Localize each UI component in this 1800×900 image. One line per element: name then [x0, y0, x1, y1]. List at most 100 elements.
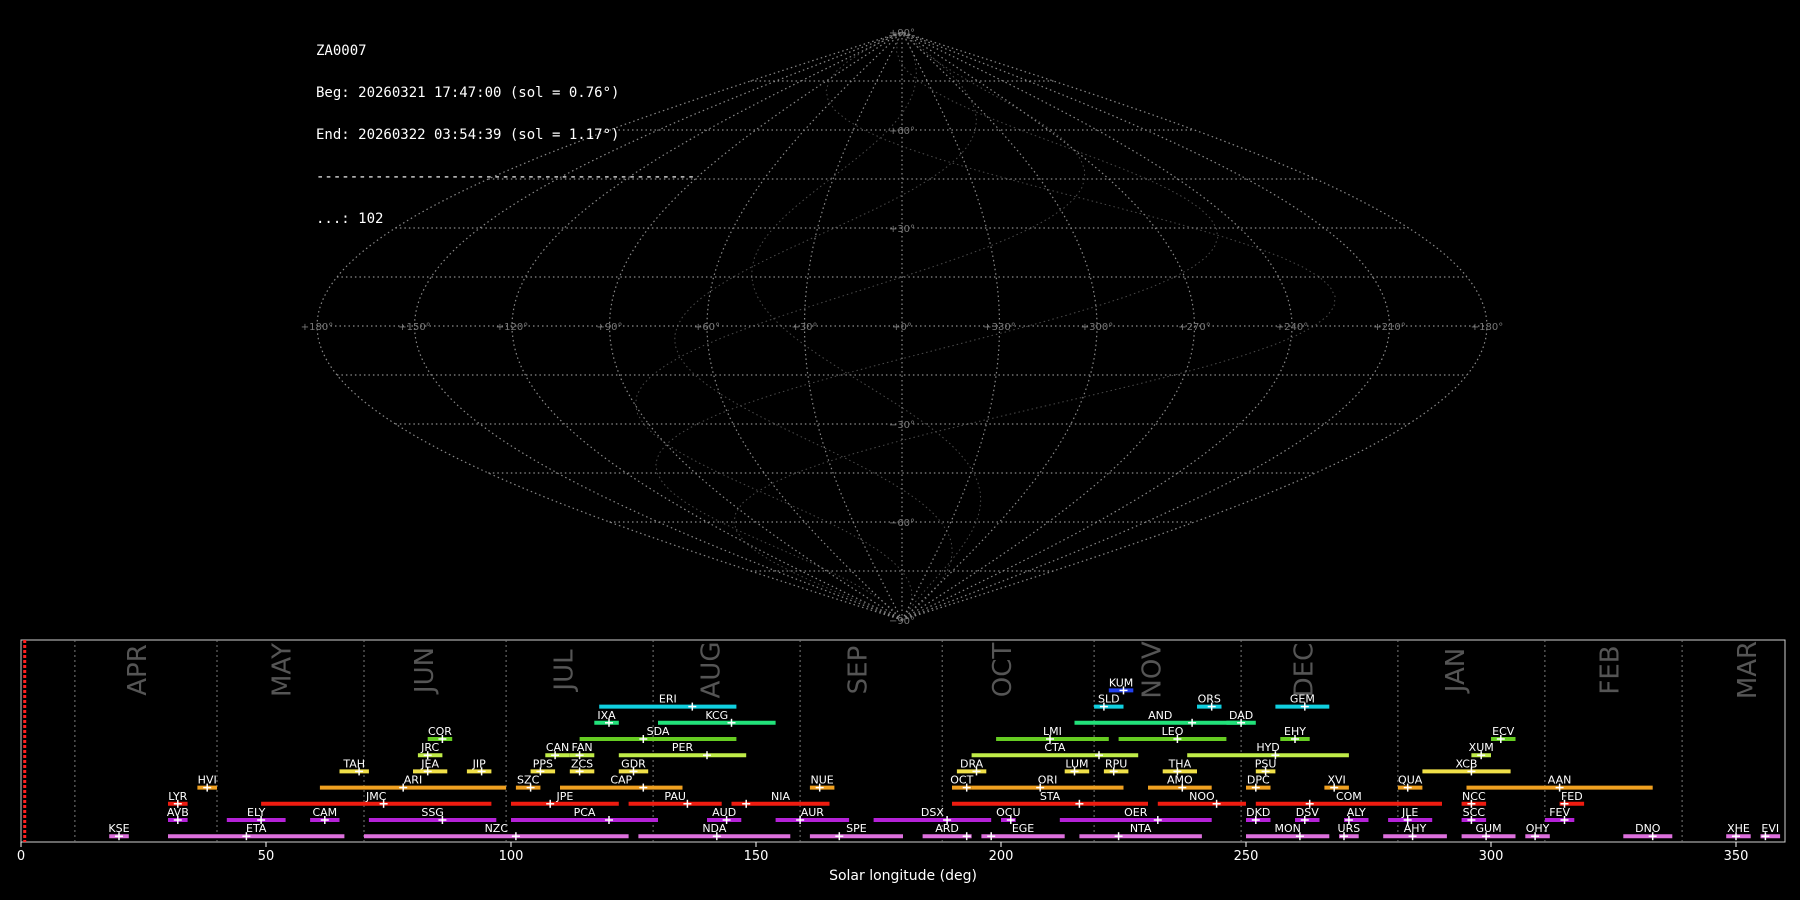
x-tick-label: 150: [744, 849, 769, 864]
shower-label: URS: [1338, 822, 1361, 835]
shower-label: HVI: [198, 774, 217, 787]
shower-label: COM: [1336, 790, 1362, 803]
shower-dad: DAD: [1226, 709, 1256, 727]
event-count: ...: 102: [316, 211, 384, 227]
shower-label: FEV: [1549, 806, 1570, 819]
longitude-label: +270°: [1178, 322, 1210, 333]
shower-label: DSV: [1296, 806, 1319, 819]
shower-label: GUM: [1476, 822, 1502, 835]
shower-label: CTA: [1044, 741, 1066, 754]
shower-label: ARD: [935, 822, 959, 835]
shower-dkd: DKD: [1246, 806, 1271, 824]
event-info: ZA0007 Beg: 20260321 17:47:00 (sol = 0.7…: [316, 16, 695, 240]
x-axis-label: Solar longitude (deg): [829, 868, 977, 884]
shower-label: SPE: [846, 822, 867, 835]
latitude-label: −60°: [889, 518, 915, 529]
longitude-label: +180°: [1471, 322, 1503, 333]
shower-zcs: ZCS: [569, 757, 595, 776]
shower-label: KUM: [1109, 676, 1133, 689]
shower-label: TAH: [342, 757, 365, 770]
longitude-label: +90°: [596, 322, 622, 333]
shower-qua: QUA: [1397, 774, 1423, 792]
month-label: JUN: [410, 647, 440, 695]
shower-lum: LUM: [1064, 757, 1090, 776]
shower-evi: EVI: [1760, 822, 1781, 841]
shower-label: DPC: [1247, 774, 1270, 787]
shower-label: DAD: [1229, 709, 1253, 722]
shower-ehy: EHY: [1280, 725, 1310, 743]
shower-label: ORS: [1198, 693, 1221, 706]
shower-urs: URS: [1338, 822, 1361, 841]
shower-label: QUA: [1398, 774, 1423, 787]
shower-label: XUM: [1469, 741, 1494, 754]
shower-label: AUR: [801, 806, 825, 819]
shower-label: SCC: [1463, 806, 1486, 819]
shower-label: DNO: [1635, 822, 1661, 835]
shower-label: AHY: [1404, 822, 1427, 835]
shower-label: SSG: [421, 806, 444, 819]
month-label: JAN: [1441, 648, 1471, 694]
shower-label: KSE: [108, 822, 129, 835]
shower-label: RPU: [1105, 757, 1127, 770]
shower-label: FAN: [572, 741, 593, 754]
shower-label: OHY: [1526, 822, 1550, 835]
shower-label: EHY: [1284, 725, 1306, 738]
x-tick-label: 350: [1724, 849, 1749, 864]
shower-label: MON: [1274, 822, 1300, 835]
shower-label: PAU: [664, 790, 686, 803]
shower-label: XVI: [1327, 774, 1345, 787]
month-label: NOV: [1137, 641, 1167, 698]
shower-label: JLE: [1401, 806, 1418, 819]
shower-label: DKD: [1246, 806, 1270, 819]
shower-label: JRC: [420, 741, 439, 754]
shower-label: GDR: [621, 757, 646, 770]
info-separator: ----------------------------------------…: [316, 169, 696, 185]
shower-label: FED: [1561, 790, 1583, 803]
shower-label: LUM: [1065, 757, 1088, 770]
shower-label: NCC: [1462, 790, 1486, 803]
shower-label: CAM: [312, 806, 337, 819]
shower-sld: SLD: [1094, 693, 1124, 711]
shower-label: PPS: [533, 757, 553, 770]
shower-label: LMI: [1043, 725, 1062, 738]
longitude-label: +0°: [892, 322, 912, 333]
shower-label: NUE: [811, 774, 834, 787]
latitude-label: +90°: [889, 28, 915, 39]
shower-label: ZCS: [571, 757, 593, 770]
shower-label: XCB: [1456, 757, 1478, 770]
shower-label: KCG: [705, 709, 728, 722]
shower-label: ERI: [659, 693, 677, 706]
shower-label: LYR: [168, 790, 187, 803]
shower-ohy: OHY: [1525, 822, 1550, 841]
shower-label: NTA: [1130, 822, 1152, 835]
shower-hvi: HVI: [197, 774, 217, 792]
shower-label: PCA: [574, 806, 596, 819]
shower-label: CAP: [610, 774, 632, 787]
shower-label: DRA: [960, 757, 984, 770]
shower-label: JMC: [365, 790, 387, 803]
shower-label: SZC: [517, 774, 540, 787]
shower-timeline: APR MAY JUN JUL AUG SEP OCT NOV DEC JAN FEB MAR KUM S…: [17, 639, 1786, 884]
shower-label: AUD: [712, 806, 736, 819]
shower-label: AAN: [1548, 774, 1572, 787]
shower-label: OER: [1124, 806, 1148, 819]
latitude-label: −30°: [889, 420, 915, 431]
shower-label: PSU: [1255, 757, 1277, 770]
month-label: SEP: [843, 646, 873, 695]
x-tick-label: 300: [1479, 849, 1504, 864]
month-label: FEB: [1596, 645, 1626, 694]
shower-label: EVI: [1761, 822, 1779, 835]
shower-label: GEM: [1290, 693, 1315, 706]
shower-label: COR: [428, 725, 452, 738]
shower-label: XHE: [1727, 822, 1750, 835]
x-tick-label: 50: [258, 849, 275, 864]
latitude-label: +30°: [889, 224, 915, 235]
shower-label: IXA: [597, 709, 616, 722]
shower-label: CAN: [546, 741, 569, 754]
x-tick-label: 100: [499, 849, 524, 864]
shower-tah: TAH: [339, 757, 369, 776]
month-label: AUG: [696, 642, 726, 699]
shower-xhe: XHE: [1726, 822, 1751, 841]
month-label: DEC: [1289, 643, 1319, 698]
shower-label: NOO: [1189, 790, 1215, 803]
